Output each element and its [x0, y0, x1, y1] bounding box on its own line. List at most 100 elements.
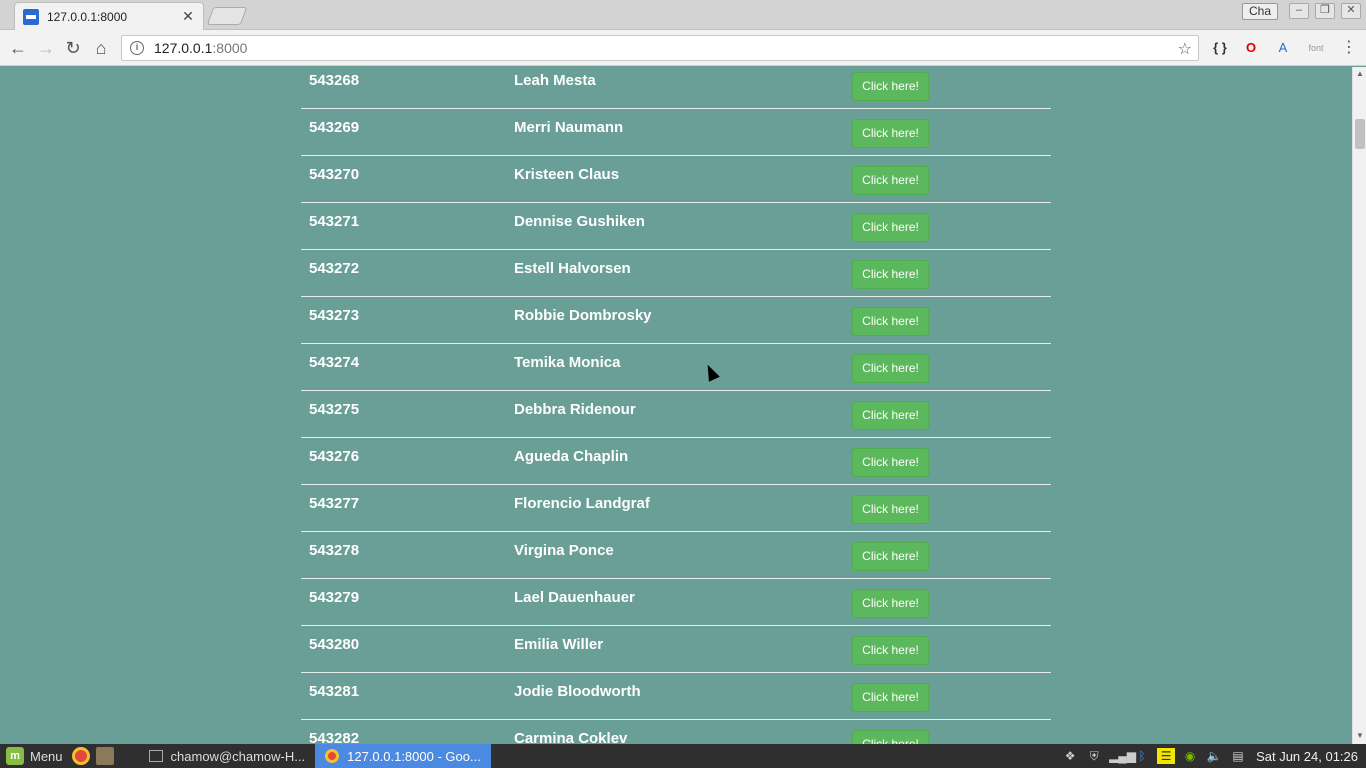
click-here-button[interactable]: Click here!	[852, 448, 929, 477]
tab-title: 127.0.0.1:8000	[47, 9, 128, 24]
click-here-button[interactable]: Click here!	[852, 636, 929, 665]
row-id: 543271	[309, 213, 360, 230]
reload-icon[interactable]: ↻	[63, 38, 83, 58]
battery-icon[interactable]: ▤	[1229, 748, 1247, 764]
json-viewer-extension-icon[interactable]: { }	[1210, 39, 1230, 57]
site-favicon-icon	[23, 8, 39, 25]
table-row: 543277 Florencio Landgraf Click here!	[301, 485, 1051, 532]
click-here-button[interactable]: Click here!	[852, 683, 929, 712]
new-tab-button[interactable]	[206, 7, 248, 25]
row-name: Virgina Ponce	[514, 542, 614, 559]
page-viewport: 543268 Leah Mesta Click here! 543269 Merri N…	[0, 67, 1352, 744]
network-icon[interactable]: ▂▄▆	[1109, 748, 1136, 764]
browser-tab[interactable]: 127.0.0.1:8000 ✕	[14, 2, 204, 30]
click-here-button[interactable]: Click here!	[852, 72, 929, 101]
row-id: 543279	[309, 589, 360, 606]
row-name: Florencio Landgraf	[514, 495, 650, 512]
row-id: 543269	[309, 119, 360, 136]
row-name: Temika Monica	[514, 354, 621, 371]
vertical-scrollbar[interactable]: ▲ ▼	[1352, 67, 1366, 744]
row-name: Robbie Dombrosky	[514, 307, 652, 324]
nvidia-icon[interactable]: ◉	[1181, 748, 1199, 764]
back-icon[interactable]: ←	[8, 38, 28, 58]
click-here-button[interactable]: Click here!	[852, 401, 929, 430]
task-label: 127.0.0.1:8000 - Goo...	[347, 748, 481, 764]
scroll-up-icon[interactable]: ▲	[1355, 69, 1365, 78]
volume-icon[interactable]: 🔈	[1205, 748, 1223, 764]
table-row: 543280 Emilia Willer Click here!	[301, 626, 1051, 673]
scroll-thumb[interactable]	[1355, 119, 1365, 149]
click-here-button[interactable]: Click here!	[852, 213, 929, 242]
chrome-menu-icon[interactable]: ⋮	[1339, 38, 1359, 58]
table-row: 543270 Kristeen Claus Click here!	[301, 156, 1051, 203]
task-label: chamow@chamow-H...	[170, 748, 306, 764]
bookmark-star-icon[interactable]: ☆	[1178, 39, 1192, 59]
row-name: Debbra Ridenour	[514, 401, 636, 418]
close-window-button[interactable]: ✕	[1341, 3, 1361, 19]
row-id: 543277	[309, 495, 360, 512]
font-extension-icon[interactable]: font	[1304, 39, 1328, 57]
mint-logo-icon: m	[6, 747, 24, 765]
task-terminal[interactable]: chamow@chamow-H...	[139, 744, 316, 768]
chrome-launcher-icon[interactable]	[71, 747, 90, 765]
clock[interactable]: Sat Jun 24, 01:26	[1250, 749, 1366, 764]
row-name: Jodie Bloodworth	[514, 683, 641, 700]
click-here-button[interactable]: Click here!	[852, 307, 929, 336]
opera-extension-icon[interactable]: O	[1241, 39, 1261, 57]
click-here-button[interactable]: Click here!	[852, 495, 929, 524]
close-tab-icon[interactable]: ✕	[181, 8, 195, 25]
table-row: 543268 Leah Mesta Click here!	[301, 67, 1051, 109]
table-row: 543275 Debbra Ridenour Click here!	[301, 391, 1051, 438]
click-here-button[interactable]: Click here!	[852, 166, 929, 195]
site-info-icon[interactable]: i	[130, 41, 144, 55]
table-row: 543278 Virgina Ponce Click here!	[301, 532, 1051, 579]
forward-icon[interactable]: →	[36, 38, 56, 58]
profile-button[interactable]: Cha	[1242, 3, 1278, 20]
row-id: 543273	[309, 307, 360, 324]
row-name: Lael Dauenhauer	[514, 589, 635, 606]
files-launcher-icon[interactable]	[95, 747, 114, 765]
address-bar[interactable]: i 127.0.0.1:8000 ☆	[121, 35, 1199, 61]
task-chrome[interactable]: 127.0.0.1:8000 - Goo...	[315, 744, 491, 768]
table-row: 543276 Agueda Chaplin Click here!	[301, 438, 1051, 485]
click-here-button[interactable]: Click here!	[852, 119, 929, 148]
system-tray: ❖ ⛨ ▂▄▆ ᛒ ☰ ◉ 🔈 ▤ Sat Jun 24, 01:26	[1058, 744, 1366, 768]
tab-strip: 127.0.0.1:8000 ✕ Cha – ❐ ✕	[0, 0, 1366, 30]
click-here-button[interactable]: Click here!	[852, 730, 929, 744]
row-name: Merri Naumann	[514, 119, 624, 136]
row-id: 543278	[309, 542, 360, 559]
row-id: 543275	[309, 401, 360, 418]
row-id: 543282	[309, 730, 360, 744]
row-name: Estell Halvorsen	[514, 260, 631, 277]
bluetooth-icon[interactable]: ᛒ	[1133, 748, 1151, 764]
minimize-button[interactable]: –	[1289, 3, 1309, 19]
table-row: 543279 Lael Dauenhauer Click here!	[301, 579, 1051, 626]
table-row: 543272 Estell Halvorsen Click here!	[301, 250, 1051, 297]
scroll-down-icon[interactable]: ▼	[1355, 731, 1365, 740]
url-port: :8000	[212, 40, 248, 56]
chrome-icon	[325, 749, 340, 763]
dropbox-icon[interactable]: ❖	[1061, 748, 1079, 764]
click-here-button[interactable]: Click here!	[852, 542, 929, 571]
row-id: 543280	[309, 636, 360, 653]
restore-button[interactable]: ❐	[1315, 3, 1335, 19]
table-row: 543269 Merri Naumann Click here!	[301, 109, 1051, 156]
row-id: 543276	[309, 448, 360, 465]
row-name: Emilia Willer	[514, 636, 604, 653]
shield-icon[interactable]: ⛨	[1085, 748, 1103, 764]
translate-extension-icon[interactable]: A	[1273, 39, 1293, 57]
row-name: Carmina Coklev	[514, 730, 628, 744]
start-menu-button[interactable]: m Menu	[0, 744, 69, 768]
click-here-button[interactable]: Click here!	[852, 589, 929, 618]
taskbar: m Menu chamow@chamow-H... 127.0.0.1:8000…	[0, 744, 1366, 768]
row-id: 543270	[309, 166, 360, 183]
click-here-button[interactable]: Click here!	[852, 354, 929, 383]
home-icon[interactable]: ⌂	[91, 38, 111, 58]
row-id: 543272	[309, 260, 360, 277]
notes-icon[interactable]: ☰	[1157, 748, 1176, 764]
row-name: Dennise Gushiken	[514, 213, 645, 230]
table-row: 543282 Carmina Coklev Click here!	[301, 720, 1051, 744]
click-here-button[interactable]: Click here!	[852, 260, 929, 289]
table-row: 543274 Temika Monica Click here!	[301, 344, 1051, 391]
row-id: 543281	[309, 683, 360, 700]
